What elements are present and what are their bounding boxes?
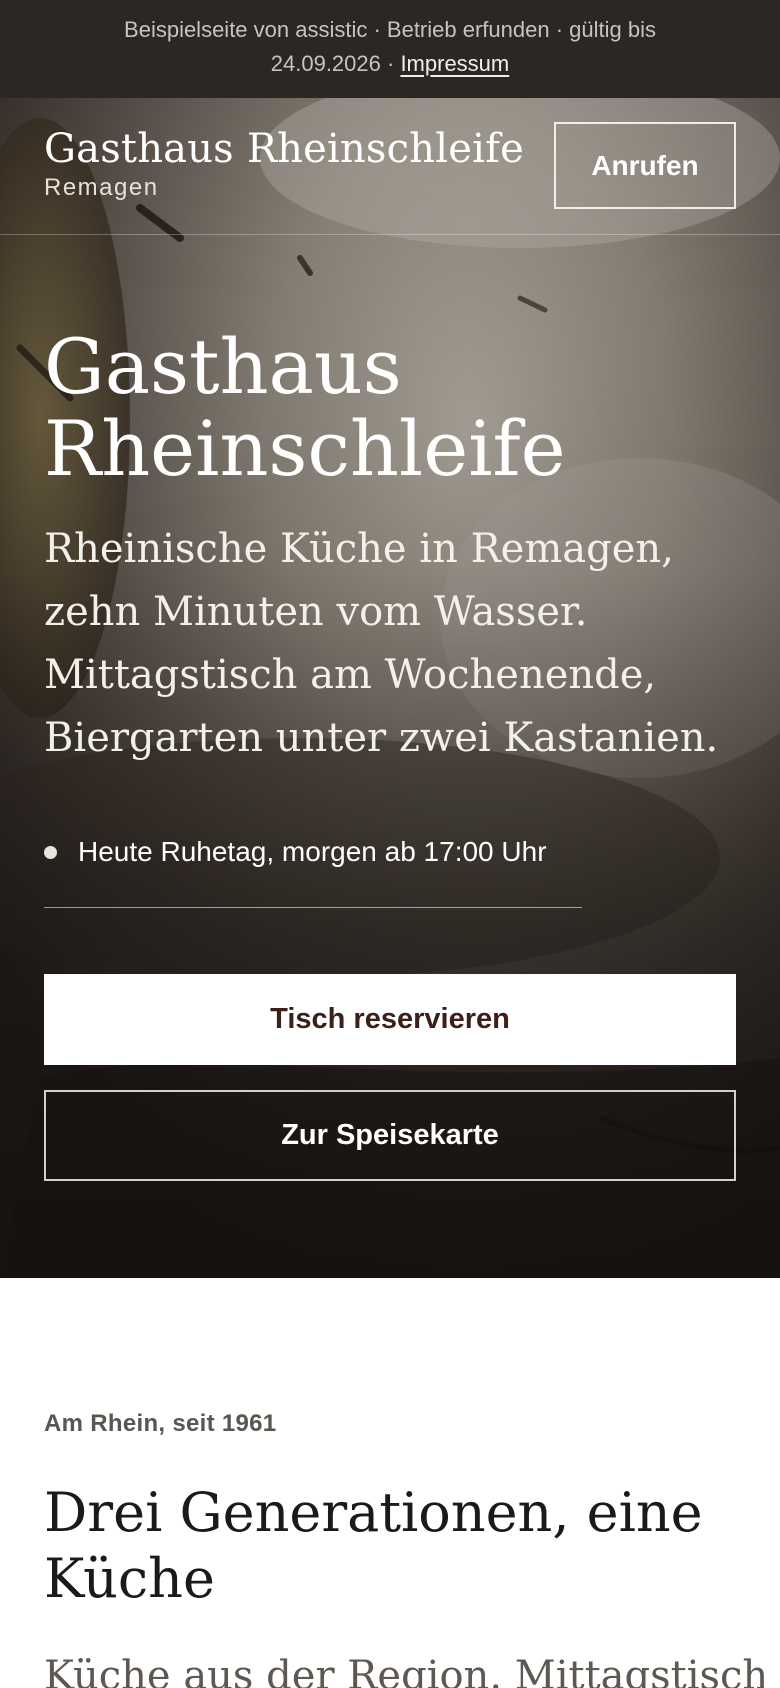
notice-line-2: 24.09.2026 · Impressum <box>0 47 780 81</box>
call-button[interactable]: Anrufen <box>554 122 736 209</box>
opening-status: Heute Ruhetag, morgen ab 17:00 Uhr <box>44 834 582 908</box>
site-header: Gasthaus Rheinschleife Remagen Anrufen <box>0 98 780 235</box>
about-text: Küche aus der Region. Mittagstisch <box>44 1653 764 1688</box>
hero-title: Gasthaus Rheinschleife <box>44 326 744 490</box>
demo-notice-bar: Beispielseite von assistic · Betrieb erf… <box>0 0 780 98</box>
reserve-table-button[interactable]: Tisch reservieren <box>44 974 736 1065</box>
hero-title-line-2: Rheinschleife <box>44 404 566 493</box>
brand-city: Remagen <box>44 174 159 201</box>
hero-title-line-1: Gasthaus <box>44 322 402 411</box>
status-text: Heute Ruhetag, morgen ab 17:00 Uhr <box>78 836 547 867</box>
notice-text: Beispielseite von assistic · Betrieb erf… <box>124 17 656 42</box>
hero-section: Gasthaus Rheinschleife Remagen Anrufen G… <box>0 98 780 1278</box>
hero-lead-text: Rheinische Küche in Remagen, zehn Minute… <box>44 526 719 761</box>
menu-button[interactable]: Zur Speisekarte <box>44 1090 736 1181</box>
imprint-link[interactable]: Impressum <box>400 51 509 76</box>
page: Beispielseite von assistic · Betrieb erf… <box>0 0 780 1688</box>
status-dot-icon <box>44 846 57 859</box>
about-title: Drei Generationen, eine Küche <box>44 1481 703 1610</box>
brand-name[interactable]: Gasthaus Rheinschleife <box>44 126 524 172</box>
about-eyebrow: Am Rhein, seit 1961 <box>44 1410 277 1437</box>
notice-date: 24.09.2026 · <box>270 51 401 76</box>
